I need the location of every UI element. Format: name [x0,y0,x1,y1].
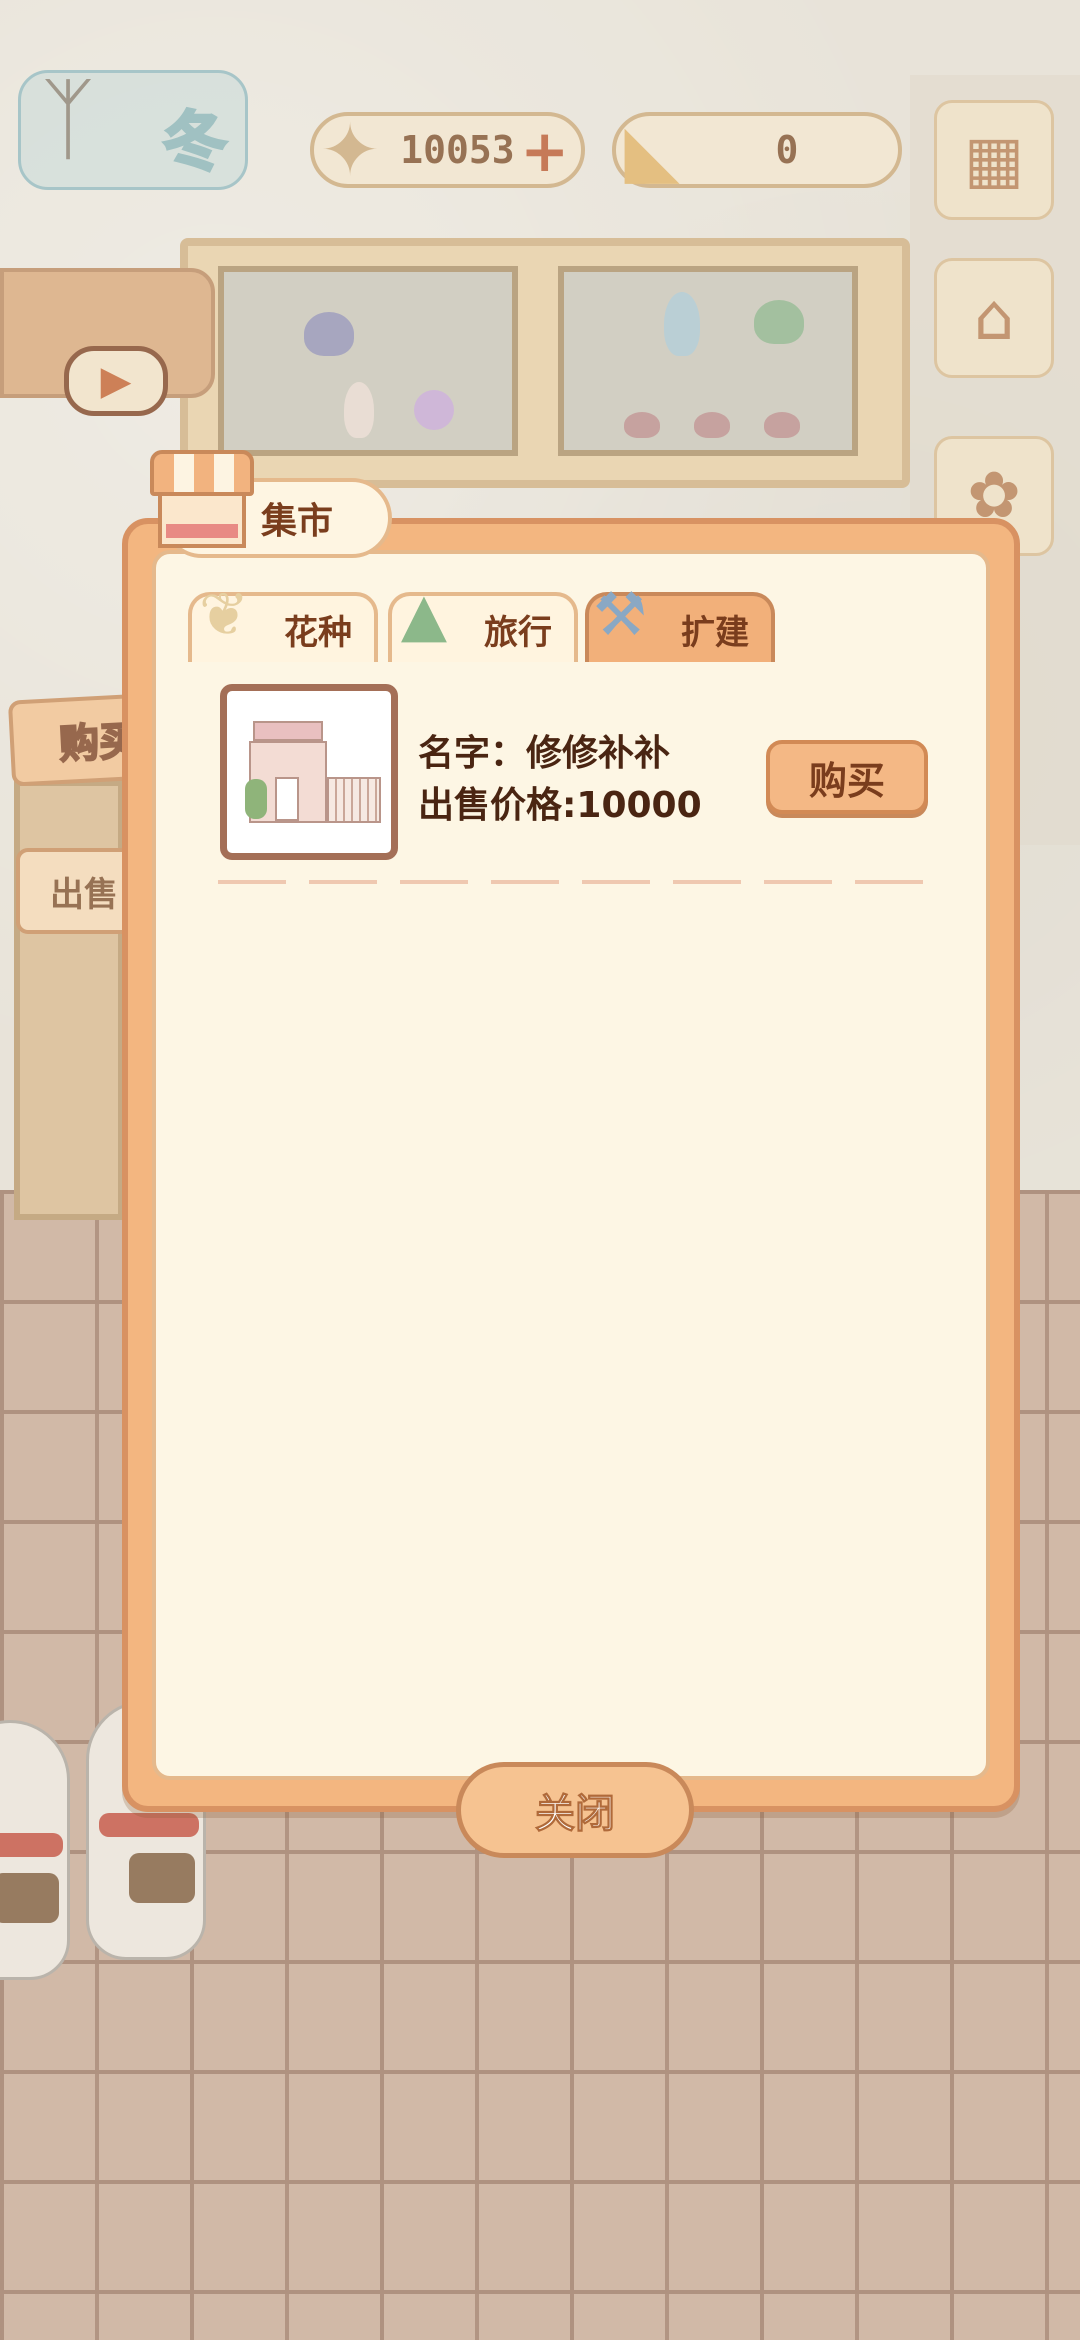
house-fence [327,777,381,823]
item-thumbnail [220,684,398,860]
stall-body [158,496,246,548]
buy-button[interactable]: 购买 [766,740,928,814]
house-roof [253,721,323,741]
stall-roof [150,450,254,496]
item-price: 出售价格:10000 [418,785,702,826]
hammer-icon: ⚒ [593,580,647,650]
item-divider [218,880,928,884]
close-button[interactable]: 关闭 [456,1762,694,1858]
house-plant [245,779,267,819]
house-extension-icon [243,721,383,825]
item-name: 名字：修修补补 [418,733,671,774]
rice-dumpling-icon: ▲ [400,580,448,650]
market-stall-icon [150,450,254,550]
seed-bag-icon: ❦ [198,580,250,650]
house-door [275,777,299,821]
